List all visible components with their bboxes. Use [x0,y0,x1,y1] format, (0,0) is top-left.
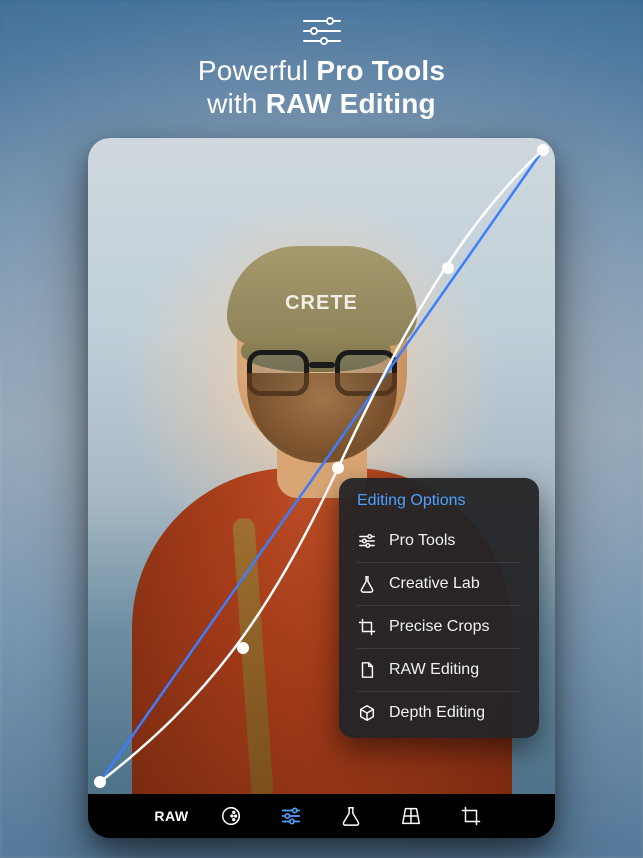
popover-item-creative-lab[interactable]: Creative Lab [357,562,521,605]
marketing-headline: Powerful Pro Tools with RAW Editing [0,14,643,120]
headline-strong-2: RAW Editing [266,88,436,119]
cap-text: CRETE [285,292,358,315]
transform-button[interactable] [393,798,429,834]
perspective-icon [400,805,422,827]
crop-icon [357,618,377,636]
editing-options-popover: Editing Options Pro Tools Creative Lab [339,478,539,738]
crop-icon [460,805,482,827]
popover-item-raw-editing[interactable]: RAW Editing [357,648,521,691]
sliders-icon [300,14,344,48]
crop-button[interactable] [453,798,489,834]
headline-text-2: with [207,88,266,119]
adjust-button[interactable] [273,798,309,834]
popover-item-label: RAW Editing [389,661,479,679]
flask-icon [340,805,362,827]
headline-text: Powerful [198,55,317,86]
popover-item-label: Precise Crops [389,618,489,636]
cube-icon [357,704,377,722]
popover-item-label: Pro Tools [389,532,455,550]
flask-icon [357,575,377,593]
popover-title: Editing Options [339,492,539,520]
sliders-icon [280,805,302,827]
file-icon [357,661,377,679]
sliders-icon [357,532,377,550]
raw-button[interactable]: RAW [154,808,188,824]
headline-strong-1: Pro Tools [316,55,445,86]
editor-preview-frame: CRETE Editing Options Pro Tools [88,138,555,838]
editor-toolbar: RAW [88,794,555,838]
filters-button[interactable] [213,798,249,834]
lab-button[interactable] [333,798,369,834]
popover-item-depth-editing[interactable]: Depth Editing [357,691,521,734]
halftone-icon [220,805,242,827]
popover-item-pro-tools[interactable]: Pro Tools [339,520,539,562]
popover-item-precise-crops[interactable]: Precise Crops [357,605,521,648]
popover-item-label: Depth Editing [389,704,485,722]
popover-item-label: Creative Lab [389,575,480,593]
